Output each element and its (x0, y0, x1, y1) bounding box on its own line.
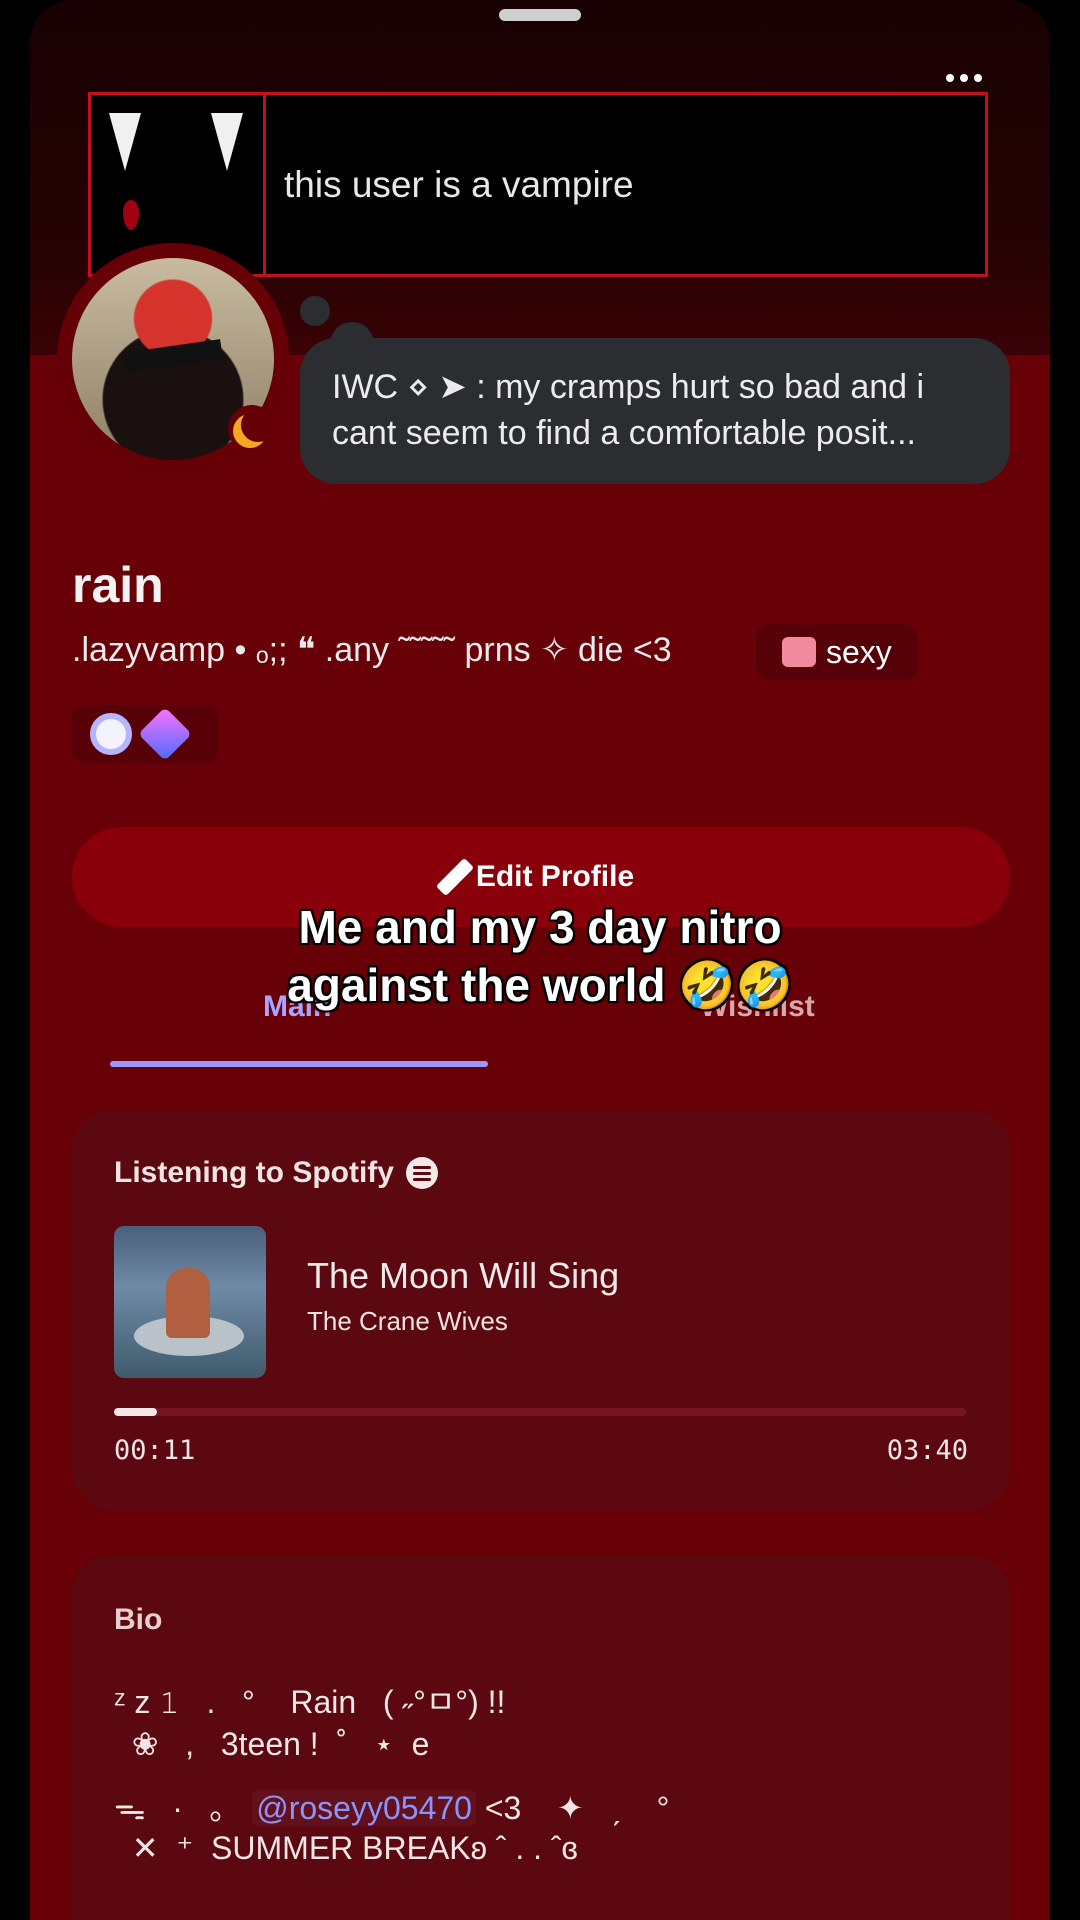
thought-dot (300, 296, 330, 326)
more-dot-icon (974, 74, 982, 82)
caption-line-1: Me and my 3 day nitro (298, 901, 782, 953)
drag-handle[interactable] (499, 9, 581, 21)
spotify-heading-text: Listening to Spotify (114, 1156, 394, 1189)
bio-text: <3 ✦ ˏ ° (475, 1790, 670, 1826)
elapsed-time: 00:11 (114, 1435, 196, 1466)
bio-heading: Bio (114, 1603, 163, 1636)
edit-profile-label: Edit Profile (475, 860, 635, 893)
bio-text: ᯓ · ｡ (114, 1790, 253, 1826)
tab-indicator (110, 1061, 488, 1067)
bio-card: Bio ᶻ z 𝟷 . ° Rain ( ˶°ㅁ°) !! ❀ , 3teen … (72, 1555, 1010, 1920)
spotify-activity-card: Listening to Spotify The Moon Will Sing … (72, 1110, 1010, 1510)
bio-line: ❀ , 3teen ! ˚ ⋆ e (114, 1726, 430, 1762)
nitro-badge-icon[interactable] (90, 713, 132, 755)
playback-progress-bar (114, 1408, 966, 1416)
caption-line-2: against the world 🤣🤣 (287, 959, 793, 1011)
more-dot-icon (946, 74, 954, 82)
stamp-text: this user is a vampire (284, 163, 634, 205)
idle-status-icon (228, 405, 276, 453)
clan-tag-label: sexy (826, 633, 892, 670)
boost-badge-icon[interactable] (138, 707, 192, 761)
spotify-heading: Listening to Spotify (114, 1156, 438, 1190)
bio-line: ᶻ z 𝟷 . ° Rain ( ˶°ㅁ°) !! (114, 1684, 506, 1720)
track-title[interactable]: The Moon Will Sing (307, 1255, 619, 1297)
heart-icon (782, 637, 816, 667)
video-caption: Me and my 3 day nitro against the world … (0, 898, 1080, 1014)
bio-line: ✕ ⁺ SUMMER BREAKʚ ˆ . . ˆɞ (114, 1830, 578, 1866)
bio-line: ᯓ · ｡ @roseyy05470 <3 ✦ ˏ ° (114, 1783, 669, 1829)
vampire-stamp: this user is a vampire (88, 92, 988, 277)
user-mention-link[interactable]: @roseyy05470 (252, 1790, 476, 1826)
pencil-icon (435, 857, 474, 897)
track-artist[interactable]: The Crane Wives (307, 1306, 508, 1337)
status-line-1: IWC ⋄ ➤ : my cramps hurt so bad and i (332, 368, 925, 406)
more-dot-icon (960, 74, 968, 82)
playback-progress-fill (114, 1408, 157, 1416)
display-name: rain (72, 557, 164, 613)
album-art[interactable] (114, 1226, 266, 1378)
username-pronouns: .lazyvamp • ₒ;; ❝ .any ˜˜˜˜˜ prns ✧ die … (72, 631, 672, 669)
track-duration: 03:40 (886, 1435, 968, 1466)
spotify-icon (405, 1157, 438, 1189)
clan-tag[interactable]: sexy (756, 624, 918, 680)
badge-row (72, 705, 218, 763)
status-line-2: cant seem to find a comfortable posit... (332, 414, 916, 452)
custom-status-bubble[interactable]: IWC ⋄ ➤ : my cramps hurt so bad and i ca… (300, 338, 1010, 484)
